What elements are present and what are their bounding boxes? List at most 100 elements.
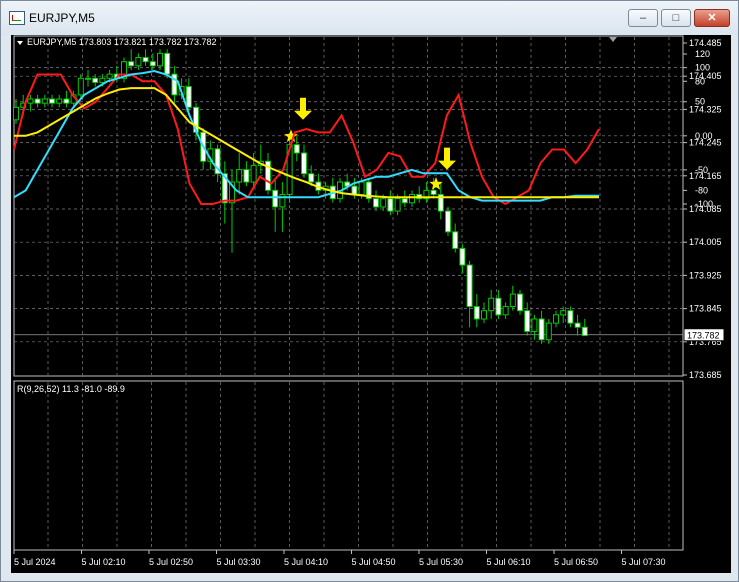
candle [495, 289, 502, 319]
minimize-button[interactable]: – [628, 9, 658, 27]
candle-body-bull [531, 318, 538, 332]
candle [214, 144, 221, 183]
candle [221, 161, 228, 224]
candle-body-bull [13, 106, 19, 121]
candle-body-bear [581, 326, 588, 337]
candle [531, 314, 538, 340]
price-axis-label: 173.925 [689, 270, 722, 280]
candle-body-bull [135, 57, 142, 67]
candle-body-bull [380, 198, 387, 208]
dropdown-triangle-icon [17, 41, 23, 45]
candle [142, 49, 149, 66]
candle-body-bear [401, 198, 408, 204]
candle-body-bull [481, 310, 487, 320]
candle-body-bull [553, 314, 559, 324]
indicator-line-slow [14, 87, 599, 199]
candle-body-bear [185, 86, 192, 108]
candle-body-bull [99, 77, 106, 83]
candle [553, 310, 559, 328]
candle-body-bear [430, 189, 437, 195]
candle [272, 177, 279, 232]
candle-body-bull [106, 73, 113, 79]
candle [538, 310, 545, 344]
candle-body-bull [41, 98, 48, 104]
close-button[interactable]: ✕ [694, 9, 730, 27]
price-axis-label: 173.685 [689, 370, 722, 380]
price-axis-label: 174.005 [689, 237, 722, 247]
candle-body-bear [517, 293, 523, 312]
candle [567, 306, 574, 328]
candle-body-bull [85, 77, 91, 80]
chart-area[interactable]: 174.485 174.405 174.325 174.245 174.165 174.0… [11, 35, 731, 573]
candle-body-bear [243, 169, 250, 183]
candle-body-bear [34, 98, 41, 104]
chart-app-icon [9, 11, 25, 25]
candle-body-bear [142, 57, 149, 63]
chart-window: EURJPY,M5 – □ ✕ 174.485 174.405 174.325 174… [0, 0, 739, 582]
price-axis-label: 174.405 [689, 71, 722, 81]
candle-body-bear [373, 198, 379, 208]
candle-body-bear [128, 61, 135, 67]
candle-body-bear [567, 310, 574, 324]
candle-body-bear [524, 310, 531, 332]
indicator-axis-label: -50 [695, 165, 708, 175]
time-axis-label: 5 Jul 06:10 [487, 557, 531, 567]
candle [416, 186, 423, 203]
time-axis-label: 5 Jul 02:10 [82, 557, 126, 567]
candle [481, 302, 487, 324]
candle [41, 94, 48, 108]
candle-body-bull [394, 198, 401, 212]
candle [56, 94, 63, 108]
indicator-panel-frame [13, 380, 684, 551]
candle-body-bull [545, 322, 552, 341]
time-axis-label: 5 Jul 07:30 [622, 557, 666, 567]
candle-body-bear [293, 144, 300, 154]
candle-body-bull [250, 164, 257, 183]
candle-body-bear [301, 152, 307, 175]
candle [63, 90, 70, 108]
candle [423, 182, 430, 203]
candle-body-bull [502, 306, 509, 316]
candle-body-bear [452, 231, 459, 249]
time-axis-label: 5 Jul 03:30 [217, 557, 261, 567]
candle-body-bear [473, 306, 480, 320]
current-price-label: 173.782 [687, 331, 720, 341]
candle [574, 314, 581, 336]
maximize-button[interactable]: □ [661, 9, 691, 27]
candle [34, 94, 41, 108]
candle-body-bull [509, 293, 516, 308]
candle-body-bull [157, 52, 163, 67]
candle-body-bear [49, 98, 55, 104]
candle [509, 285, 516, 311]
indicator-label: R(9,26,52) 11.3 -81.0 -89.9 [17, 384, 125, 394]
candle [265, 152, 271, 195]
candle-body-bear [92, 77, 99, 83]
indicator-line-fast [13, 73, 600, 206]
time-axis-label: 5 Jul 2024 [14, 557, 56, 567]
candle [49, 94, 55, 108]
title-bar[interactable]: EURJPY,M5 – □ ✕ [1, 1, 738, 35]
candle [524, 302, 531, 336]
symbol-info-label: EURJPY,M5 173.803 173.821 173.782 173.78… [27, 37, 216, 47]
time-axis-label: 5 Jul 02:50 [149, 557, 193, 567]
candle-body-bear [272, 189, 279, 208]
chart-canvas[interactable]: 174.485174.405174.325174.245174.165174.0… [11, 35, 731, 573]
candle [315, 173, 322, 195]
price-axis-label: 174.325 [689, 104, 722, 114]
candle [517, 289, 523, 315]
candle [466, 260, 473, 328]
candle-body-bear [459, 247, 466, 266]
indicator-axis-label: 120 [695, 49, 710, 59]
indicator-axis-label: -100 [695, 199, 713, 209]
price-axis-label: 174.485 [689, 38, 722, 48]
candle [243, 161, 250, 187]
candle [473, 294, 480, 328]
candle [128, 49, 135, 70]
candle-body-bull [488, 297, 495, 312]
indicator-axis-label: 100 [695, 63, 710, 73]
indicator-axis-label: 50 [695, 97, 705, 107]
candle [488, 289, 495, 319]
candle-body-bear [308, 173, 315, 183]
candle-body-bear [538, 318, 545, 341]
candle [545, 318, 552, 344]
